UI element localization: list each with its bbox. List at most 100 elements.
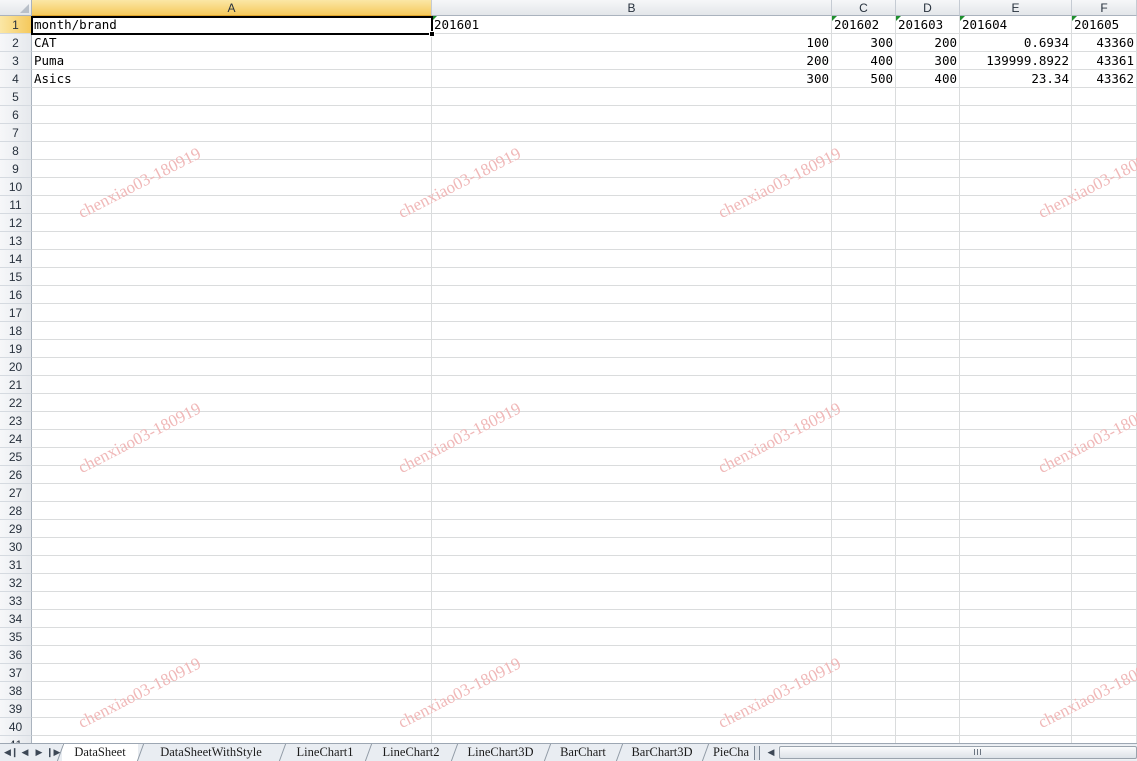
cell-b1[interactable]: 201601 — [432, 16, 831, 33]
row-header-30[interactable]: 30 — [0, 538, 32, 556]
row-header-29[interactable]: 29 — [0, 520, 32, 538]
row-header-12[interactable]: 12 — [0, 214, 32, 232]
column-gridline — [1071, 16, 1072, 743]
row-header-4[interactable]: 4 — [0, 70, 32, 88]
cell-a1[interactable]: month/brand — [32, 16, 431, 33]
row-header-27[interactable]: 27 — [0, 484, 32, 502]
cell-c3[interactable]: 400 — [832, 52, 895, 69]
fill-handle[interactable] — [429, 31, 435, 37]
row-header-16[interactable]: 16 — [0, 286, 32, 304]
cell-c1[interactable]: 201602 — [832, 16, 895, 33]
row-header-8[interactable]: 8 — [0, 142, 32, 160]
row-header-21[interactable]: 21 — [0, 376, 32, 394]
column-header-b[interactable]: B — [432, 0, 832, 16]
row-header-18[interactable]: 18 — [0, 322, 32, 340]
row-header-3[interactable]: 3 — [0, 52, 32, 70]
column-header-a[interactable]: A — [32, 0, 432, 16]
number-as-text-indicator-icon[interactable] — [896, 16, 901, 21]
row-header-28[interactable]: 28 — [0, 502, 32, 520]
number-as-text-indicator-icon[interactable] — [832, 16, 837, 21]
cell-b2[interactable]: 100 — [432, 34, 831, 51]
watermark-text: chenxiao03-180919 — [1035, 143, 1137, 222]
sheet-tab-piecha[interactable]: PieCha — [707, 744, 755, 761]
next-sheet-icon[interactable]: ▶ — [32, 745, 46, 760]
cell-d1[interactable]: 201603 — [896, 16, 959, 33]
cell-f4[interactable]: 43362 — [1072, 70, 1136, 87]
row-gridline — [32, 393, 1137, 394]
cell-f3[interactable]: 43361 — [1072, 52, 1136, 69]
row-gridline — [32, 303, 1137, 304]
row-header-35[interactable]: 35 — [0, 628, 32, 646]
row-gridline — [32, 465, 1137, 466]
row-header-1[interactable]: 1 — [0, 16, 32, 34]
row-header-20[interactable]: 20 — [0, 358, 32, 376]
cell-e3[interactable]: 139999.8922 — [960, 52, 1071, 69]
cell-a4[interactable]: Asics — [32, 70, 431, 87]
row-header-9[interactable]: 9 — [0, 160, 32, 178]
row-header-31[interactable]: 31 — [0, 556, 32, 574]
cell-c2[interactable]: 300 — [832, 34, 895, 51]
row-header-33[interactable]: 33 — [0, 592, 32, 610]
cell-a3[interactable]: Puma — [32, 52, 431, 69]
row-header-7[interactable]: 7 — [0, 124, 32, 142]
row-header-23[interactable]: 23 — [0, 412, 32, 430]
column-header-e[interactable]: E — [960, 0, 1072, 16]
row-header-6[interactable]: 6 — [0, 106, 32, 124]
sheet-tab-linechart2[interactable]: LineChart2 — [370, 744, 452, 761]
select-all-corner[interactable] — [0, 0, 32, 16]
row-header-34[interactable]: 34 — [0, 610, 32, 628]
cell-b3[interactable]: 200 — [432, 52, 831, 69]
sheet-tab-barchart3d[interactable]: BarChart3D — [621, 744, 703, 761]
row-header-15[interactable]: 15 — [0, 268, 32, 286]
sheet-tab-linechart3d[interactable]: LineChart3D — [456, 744, 545, 761]
row-header-40[interactable]: 40 — [0, 718, 32, 736]
sheet-tab-datasheetwithstyle[interactable]: DataSheetWithStyle — [142, 744, 280, 761]
spreadsheet-grid[interactable]: ABCDEF 1 2 3 4 5 6 7 8 9 10 11 12 13 14 15 16 17 18 19 20 21… — [0, 0, 1137, 743]
row-header-24[interactable]: 24 — [0, 430, 32, 448]
number-as-text-indicator-icon[interactable] — [1072, 16, 1077, 21]
column-header-d[interactable]: D — [896, 0, 960, 16]
cell-e4[interactable]: 23.34 — [960, 70, 1071, 87]
row-header-32[interactable]: 32 — [0, 574, 32, 592]
sheet-tab-datasheet[interactable]: DataSheet — [62, 744, 138, 761]
cell-f2[interactable]: 43360 — [1072, 34, 1136, 51]
row-gridline — [32, 591, 1137, 592]
row-header-13[interactable]: 13 — [0, 232, 32, 250]
row-header-19[interactable]: 19 — [0, 340, 32, 358]
cell-f1[interactable]: 201605 — [1072, 16, 1136, 33]
number-as-text-indicator-icon[interactable] — [432, 16, 437, 21]
row-header-5[interactable]: 5 — [0, 88, 32, 106]
column-header-f[interactable]: F — [1072, 0, 1137, 16]
cell-e1[interactable]: 201604 — [960, 16, 1071, 33]
number-as-text-indicator-icon[interactable] — [960, 16, 965, 21]
row-header-41[interactable]: 41 — [0, 736, 32, 743]
cell-d3[interactable]: 300 — [896, 52, 959, 69]
row-header-26[interactable]: 26 — [0, 466, 32, 484]
row-header-2[interactable]: 2 — [0, 34, 32, 52]
first-sheet-icon[interactable]: ◀❙ — [4, 745, 18, 760]
row-header-39[interactable]: 39 — [0, 700, 32, 718]
scroll-left-icon[interactable]: ◀ — [764, 745, 778, 760]
cell-c4[interactable]: 500 — [832, 70, 895, 87]
row-header-25[interactable]: 25 — [0, 448, 32, 466]
column-header-c[interactable]: C — [832, 0, 896, 16]
row-header-10[interactable]: 10 — [0, 178, 32, 196]
cell-b4[interactable]: 300 — [432, 70, 831, 87]
row-gridline — [32, 321, 1137, 322]
row-header-37[interactable]: 37 — [0, 664, 32, 682]
sheet-tab-linechart1[interactable]: LineChart1 — [284, 744, 366, 761]
cell-a2[interactable]: CAT — [32, 34, 431, 51]
row-header-11[interactable]: 11 — [0, 196, 32, 214]
sheet-tab-barchart[interactable]: BarChart — [549, 744, 617, 761]
row-header-17[interactable]: 17 — [0, 304, 32, 322]
cell-d2[interactable]: 200 — [896, 34, 959, 51]
horizontal-scroll-thumb[interactable] — [779, 746, 1137, 759]
cell-e2[interactable]: 0.6934 — [960, 34, 1071, 51]
row-header-14[interactable]: 14 — [0, 250, 32, 268]
tab-split-handle[interactable] — [754, 746, 760, 760]
row-header-38[interactable]: 38 — [0, 682, 32, 700]
prev-sheet-icon[interactable]: ◀ — [18, 745, 32, 760]
row-header-36[interactable]: 36 — [0, 646, 32, 664]
row-header-22[interactable]: 22 — [0, 394, 32, 412]
cell-d4[interactable]: 400 — [896, 70, 959, 87]
